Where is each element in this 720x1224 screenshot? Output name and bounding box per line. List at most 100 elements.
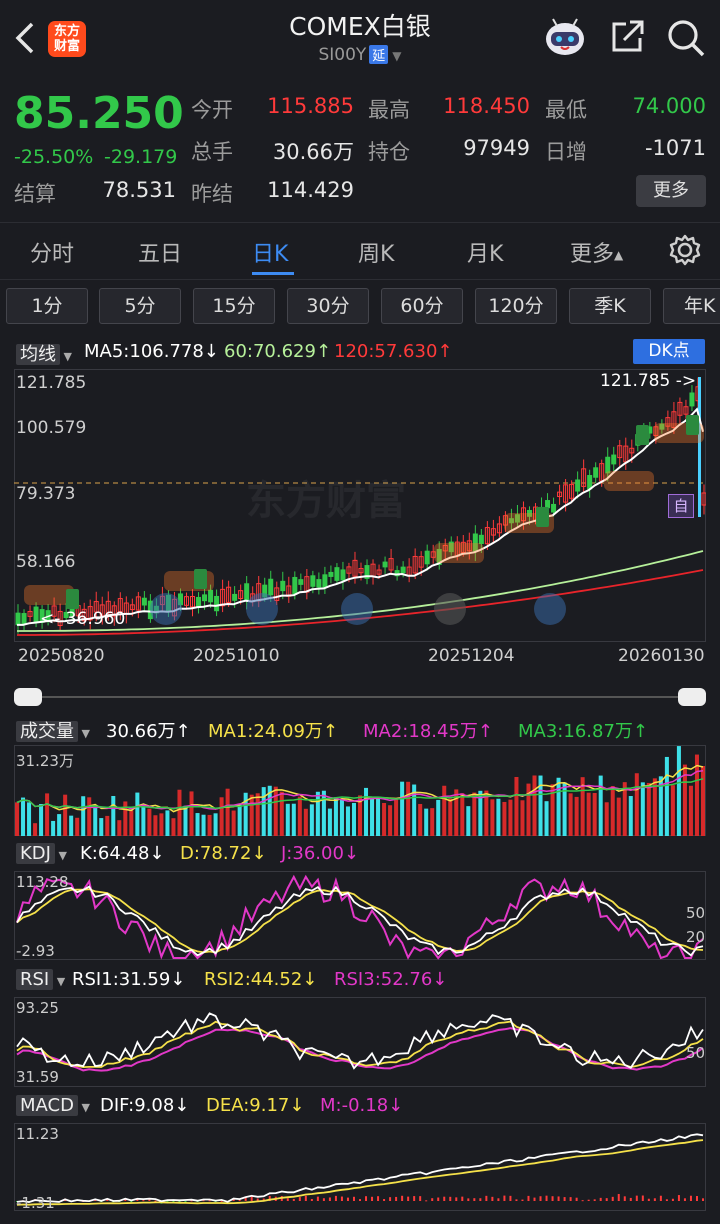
period-quarter-k[interactable]: 季K — [569, 288, 651, 324]
gear-icon[interactable] — [668, 233, 702, 267]
macd-bar — [377, 1196, 380, 1201]
macd-bar — [599, 1197, 602, 1201]
candle — [244, 583, 250, 602]
period-120min[interactable]: 120分 — [475, 288, 557, 324]
vol-ma2: MA2:18.45万↑ — [363, 721, 493, 742]
volume-bar — [532, 775, 537, 836]
high-label: 最高 — [368, 98, 410, 122]
vol-ma1: MA1:24.09万↑ — [208, 721, 338, 742]
volume-bar — [394, 797, 399, 836]
volume-bar — [249, 794, 254, 836]
volume-bar — [664, 756, 669, 836]
macd-bar — [551, 1196, 554, 1201]
macd-bar — [533, 1197, 536, 1201]
volume-bar — [87, 797, 92, 836]
macd-bar — [653, 1198, 656, 1201]
range-right-handle[interactable] — [678, 688, 706, 706]
ma-indicator-select[interactable]: 均线 ▼ — [16, 340, 72, 366]
period-15min[interactable]: 15分 — [193, 288, 275, 324]
period-30min[interactable]: 30分 — [287, 288, 369, 324]
oi-value: 97949 — [463, 136, 530, 160]
volume-bar — [364, 787, 369, 836]
volume-top-label: 31.23万 — [16, 752, 74, 770]
volume-bar — [460, 793, 465, 836]
volume-bar — [195, 813, 200, 836]
back-icon[interactable] — [10, 18, 44, 58]
kdj-d-value: D:78.72 — [180, 843, 252, 864]
macd-bar — [443, 1196, 446, 1201]
search-icon[interactable] — [664, 16, 708, 60]
symbol-selector[interactable]: SI00Y 延 ▼ — [260, 45, 460, 65]
more-button[interactable]: 更多 — [636, 175, 706, 207]
volume-bar — [261, 787, 266, 836]
volume-bar — [15, 802, 20, 836]
macd-bar — [322, 1198, 325, 1201]
macd-bar — [346, 1197, 349, 1201]
volume-bar — [237, 803, 242, 836]
prev-settle-label: 昨结 — [191, 182, 233, 206]
self-select-badge[interactable]: 自 — [668, 494, 694, 518]
kdj-ref-20: 20 — [686, 928, 706, 946]
change-value: -29.179 — [104, 146, 178, 168]
dk-point-button[interactable]: DK点 — [633, 339, 705, 364]
macd-bar — [665, 1199, 668, 1201]
ma60-legend: 60:70.629↑ — [224, 341, 332, 362]
watermark: 东方财富 — [246, 478, 406, 524]
ma5-legend: MA5:106.778↓ — [84, 341, 219, 362]
macd-bar — [569, 1197, 572, 1201]
date-label-3: 20251204 — [428, 646, 515, 666]
macd-bar — [509, 1195, 512, 1201]
open-value: 115.885 — [267, 94, 354, 118]
macd-bar — [683, 1198, 686, 1201]
candle — [316, 579, 322, 588]
macd-bar — [292, 1198, 295, 1201]
volume-bar — [640, 782, 645, 836]
tab-weekly-k[interactable]: 周K — [358, 236, 394, 268]
macd-bar — [473, 1198, 476, 1201]
share-icon[interactable] — [606, 16, 648, 58]
robot-icon[interactable] — [543, 17, 587, 57]
volume-bar — [418, 803, 423, 836]
period-1min[interactable]: 1分 — [6, 288, 88, 324]
macd-indicator-select[interactable]: MACD ▼ — [16, 1095, 90, 1116]
volume-bar — [297, 796, 302, 836]
chevron-down-icon: ▼ — [392, 49, 402, 63]
chevron-down-icon: ▼ — [53, 975, 66, 988]
rsi-indicator-select[interactable]: RSI ▼ — [16, 969, 65, 990]
volume-bar — [117, 820, 122, 836]
max-marker: 121.785 -> — [600, 371, 697, 391]
range-left-handle[interactable] — [14, 688, 42, 706]
tab-monthly-k[interactable]: 月K — [467, 236, 503, 268]
macd-bar — [340, 1196, 343, 1201]
volume-bar — [472, 792, 477, 836]
volume-bar — [466, 806, 471, 836]
tab-intraday[interactable]: 分时 — [30, 236, 74, 268]
last-price: 85.250 — [14, 88, 184, 139]
candle — [21, 613, 27, 625]
max-marker-value: 121.785 — [600, 371, 671, 391]
candle — [298, 579, 304, 585]
volume-current-value: 30.66万 — [106, 721, 176, 742]
rsi2-value: RSI2:44.52 — [204, 969, 303, 990]
volume-bar — [670, 785, 675, 836]
volume-bar — [634, 773, 639, 836]
macd-bar — [701, 1198, 704, 1201]
volume-bar — [165, 810, 170, 836]
kdj-indicator-select[interactable]: KDJ ▼ — [16, 843, 67, 864]
tab-more[interactable]: 更多▲ — [570, 236, 623, 268]
candle — [593, 467, 599, 478]
macd-dif-value: DIF:9.08 — [100, 1095, 175, 1116]
volume-indicator-select[interactable]: 成交量 ▼ — [16, 717, 90, 743]
period-5min[interactable]: 5分 — [99, 288, 181, 324]
ma5-value: MA5:106.778 — [84, 341, 204, 362]
volume-bar — [171, 818, 176, 836]
tab-five-day[interactable]: 五日 — [138, 236, 182, 268]
macd-bar — [286, 1198, 289, 1201]
tab-daily-k[interactable]: 日K — [252, 236, 288, 268]
period-year-k[interactable]: 年K — [663, 288, 720, 324]
min-marker: <- 36.960 — [40, 609, 126, 629]
volume-bar — [586, 792, 591, 836]
period-60min[interactable]: 60分 — [381, 288, 463, 324]
macd-bar — [623, 1196, 626, 1201]
y-label-4: 58.166 — [16, 552, 76, 572]
